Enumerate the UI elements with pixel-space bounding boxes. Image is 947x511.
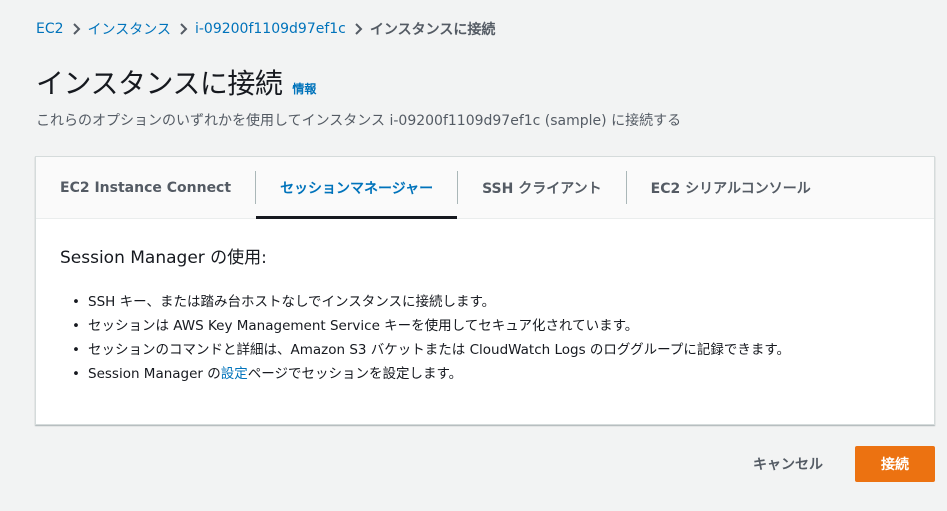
- cancel-button[interactable]: キャンセル: [721, 446, 855, 482]
- footer-actions: キャンセル 接続: [721, 446, 935, 482]
- breadcrumb: EC2 インスタンス i-09200f1109d97ef1c インスタンスに接続: [36, 18, 495, 40]
- settings-link[interactable]: 設定: [221, 366, 248, 382]
- breadcrumb-instance-id[interactable]: i-09200f1109d97ef1c: [195, 21, 346, 37]
- list-item: Session Manager の設定ページでセッションを設定します。: [72, 362, 910, 386]
- connect-button[interactable]: 接続: [855, 446, 935, 482]
- feature-list: SSH キー、または踏み台ホストなしでインスタンスに接続します。 セッションは …: [60, 290, 910, 386]
- tab-session-manager[interactable]: セッションマネージャー: [256, 157, 458, 219]
- tab-ec2-instance-connect[interactable]: EC2 Instance Connect: [36, 157, 255, 218]
- page-subtitle: これらのオプションのいずれかを使用してインスタンス i-09200f1109d9…: [36, 113, 682, 129]
- list-item: SSH キー、または踏み台ホストなしでインスタンスに接続します。: [72, 290, 910, 314]
- tab-ssh-client[interactable]: SSH クライアント: [458, 157, 626, 218]
- page-title: インスタンスに接続: [36, 67, 283, 100]
- list-item-suffix: ページでセッションを設定します。: [247, 366, 463, 382]
- tab-ec2-serial-console[interactable]: EC2 シリアルコンソール: [627, 157, 835, 218]
- list-item: セッションのコマンドと詳細は、Amazon S3 バケットまたは CloudWa…: [72, 338, 910, 362]
- chevron-right-icon: [64, 21, 88, 37]
- breadcrumb-current: インスタンスに接続: [369, 22, 496, 38]
- connect-panel: EC2 Instance Connect セッションマネージャー SSH クライ…: [35, 156, 935, 425]
- tab-bar: EC2 Instance Connect セッションマネージャー SSH クライ…: [36, 157, 934, 219]
- list-item: セッションは AWS Key Management Service キーを使用し…: [72, 314, 910, 338]
- section-heading: Session Manager の使用:: [60, 248, 267, 268]
- chevron-right-icon: [171, 21, 195, 37]
- chevron-right-icon: [346, 21, 370, 37]
- info-link[interactable]: 情報: [292, 80, 316, 97]
- tab-content: Session Manager の使用: SSH キー、または踏み台ホストなしで…: [36, 219, 934, 386]
- breadcrumb-instances[interactable]: インスタンス: [88, 19, 171, 39]
- page-header: インスタンスに接続 情報: [36, 62, 316, 102]
- list-item-prefix: Session Manager の: [88, 366, 221, 382]
- breadcrumb-ec2[interactable]: EC2: [36, 21, 64, 37]
